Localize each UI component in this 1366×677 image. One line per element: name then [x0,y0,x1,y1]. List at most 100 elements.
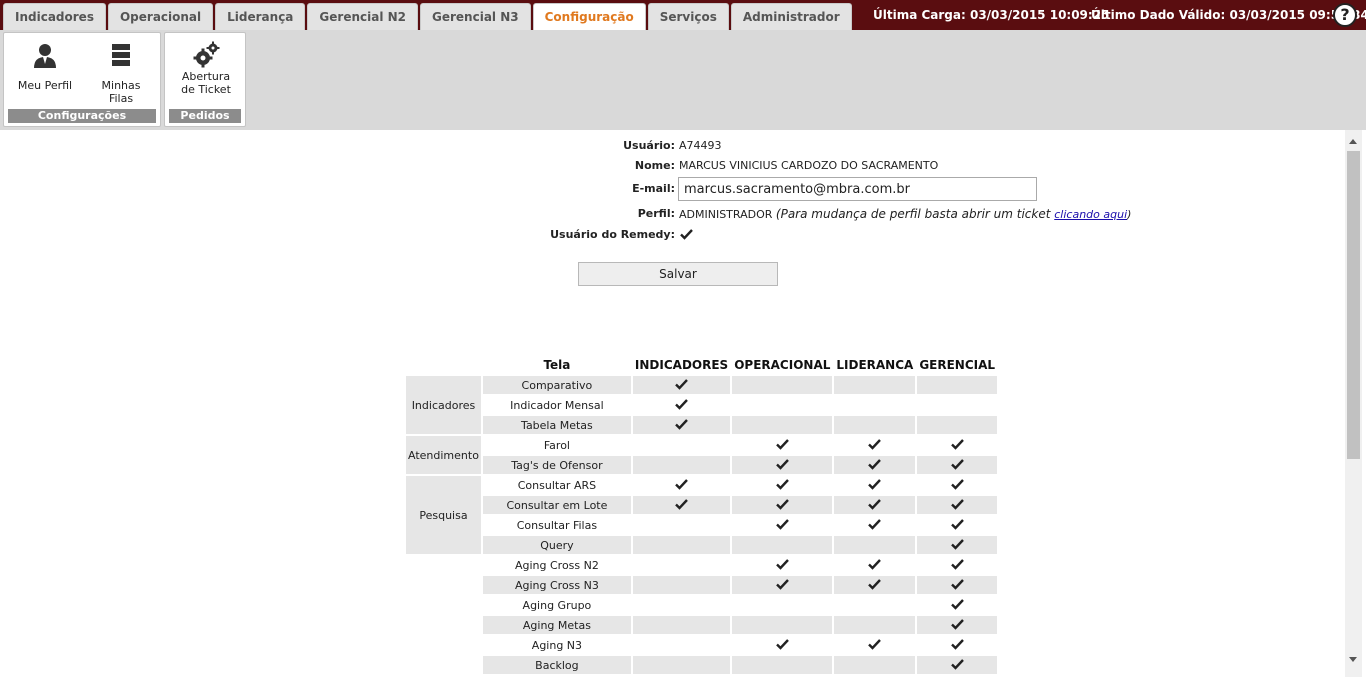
checkmark-icon [775,438,789,450]
table-row: Pesquisa Consultar ARS [406,476,997,554]
checkmark-icon [950,598,964,610]
permission-cell-gerencial [917,396,997,414]
table-row: Aging Grupo [406,596,997,614]
tab-operacional[interactable]: Operacional [107,3,214,30]
ribbon-toolbar: Meu Perfil Minhas Filas Configurações Ab… [0,30,1366,130]
permission-cell-lideranca [834,436,915,454]
checkmark-icon [675,498,688,510]
minhas-filas-button[interactable]: Minhas Filas [88,41,154,105]
tela-cell: Aging Cross N2 [514,558,599,572]
section-cell [406,556,481,574]
permission-cell-indicadores [633,476,730,494]
remedy-check [680,228,693,243]
permission-cell-lideranca [834,456,916,474]
table-row: Query [406,536,998,554]
checkmark-icon [950,658,964,670]
checkmark-icon [868,498,882,510]
permission-cell-gerencial [917,636,997,654]
permission-cell-lideranca [834,416,916,434]
table-row: Atendimento Farol [406,436,997,474]
section-cell [406,636,481,654]
permission-cell-indicadores [633,596,730,614]
checkmark-icon [868,578,882,590]
permission-cell-lideranca [834,636,915,654]
section-cell: Indicadores [406,376,481,434]
permission-cell-indicadores [632,576,731,594]
section-cell: Pesquisa [406,476,481,554]
permission-cell-operacional [732,616,833,634]
tela-cell: Tag's de Ofensor [482,456,631,474]
meu-perfil-button[interactable]: Meu Perfil [12,41,78,92]
section-cell [406,656,481,674]
permission-cell-lideranca [834,576,916,594]
user-icon [34,44,56,68]
permission-cell-operacional [732,416,833,434]
table-row: Aging Metas [406,616,998,634]
permission-cell-gerencial [917,556,997,574]
checkmark-icon [675,398,688,410]
scroll-up-icon[interactable] [1349,139,1357,144]
tab-administrador[interactable]: Administrador [730,3,852,30]
permission-cell-operacional [732,516,832,534]
tela-cell: Indicador Mensal [510,398,604,412]
permission-cell-operacional [732,576,833,594]
permission-cell-indicadores [632,616,731,634]
table-row: Indicador Mensal [406,396,997,414]
section-cell [406,616,481,634]
clicando-aqui-link[interactable]: clicando aqui [1054,208,1127,221]
main-tabs: Indicadores Operacional Liderança Gerenc… [3,3,852,30]
permission-cell-gerencial [917,536,998,554]
ultima-carga-status: Última Carga: 03/03/2015 10:09:25 [873,8,1110,22]
permission-cell-gerencial [917,616,998,634]
header-operacional: OPERACIONAL [734,358,831,372]
checkmark-icon [775,458,789,470]
permission-cell-operacional [732,436,832,454]
help-icon[interactable]: ? [1333,3,1357,27]
save-button[interactable]: Salvar [578,262,778,286]
checkmark-icon [775,578,789,590]
permission-cell-lideranca [834,656,916,674]
section-cell: Atendimento [406,436,481,474]
vertical-scrollbar[interactable] [1345,130,1362,677]
permission-cell-indicadores [633,556,730,574]
minhas-filas-label: Minhas Filas [101,79,141,105]
tab-gerencial-n3[interactable]: Gerencial N3 [420,3,531,30]
usuario-label: Usuário: [623,139,675,152]
permission-cell-gerencial [917,576,998,594]
permissions-table: Tela INDICADORES OPERACIONAL LIDERANCA G… [404,354,999,676]
permission-cell-indicadores [633,396,730,414]
perfil-note-end: ) [1127,208,1132,221]
tab-configuracao[interactable]: Configuração [532,3,646,30]
checkmark-icon [950,538,964,550]
checkmark-icon [950,518,964,530]
permission-cell-operacional [732,636,832,654]
permission-cell-lideranca [834,516,915,534]
email-field[interactable] [678,177,1037,201]
permission-cell-indicadores [632,496,731,514]
checkmark-icon [868,458,882,470]
scroll-down-icon[interactable] [1349,657,1357,662]
section-cell [406,576,481,594]
permission-cell-operacional [732,596,832,614]
tela-cell: Consultar Filas [516,518,598,532]
checkmark-icon [775,478,789,490]
checkmark-icon [868,638,882,650]
permission-cell-lideranca [834,556,915,574]
tab-indicadores[interactable]: Indicadores [3,3,106,30]
queue-icon [112,44,130,66]
permission-cell-lideranca [834,396,915,414]
abertura-ticket-button[interactable]: Abertura de Ticket [171,41,241,96]
permission-cell-indicadores [633,436,730,454]
tab-gerencial-n2[interactable]: Gerencial N2 [307,3,419,30]
tela-cell: Aging N3 [531,638,583,652]
permission-cell-operacional [732,376,833,394]
permission-cell-operacional [732,656,833,674]
abertura-ticket-label: Abertura de Ticket [181,70,231,96]
checkmark-icon [675,478,688,490]
checkmark-icon [775,518,789,530]
permission-cell-gerencial [917,516,997,534]
tab-lideranca[interactable]: Liderança [215,3,306,30]
table-row: Backlog [406,656,998,674]
tab-servicos[interactable]: Serviços [647,3,729,30]
scrollbar-thumb[interactable] [1347,151,1360,459]
